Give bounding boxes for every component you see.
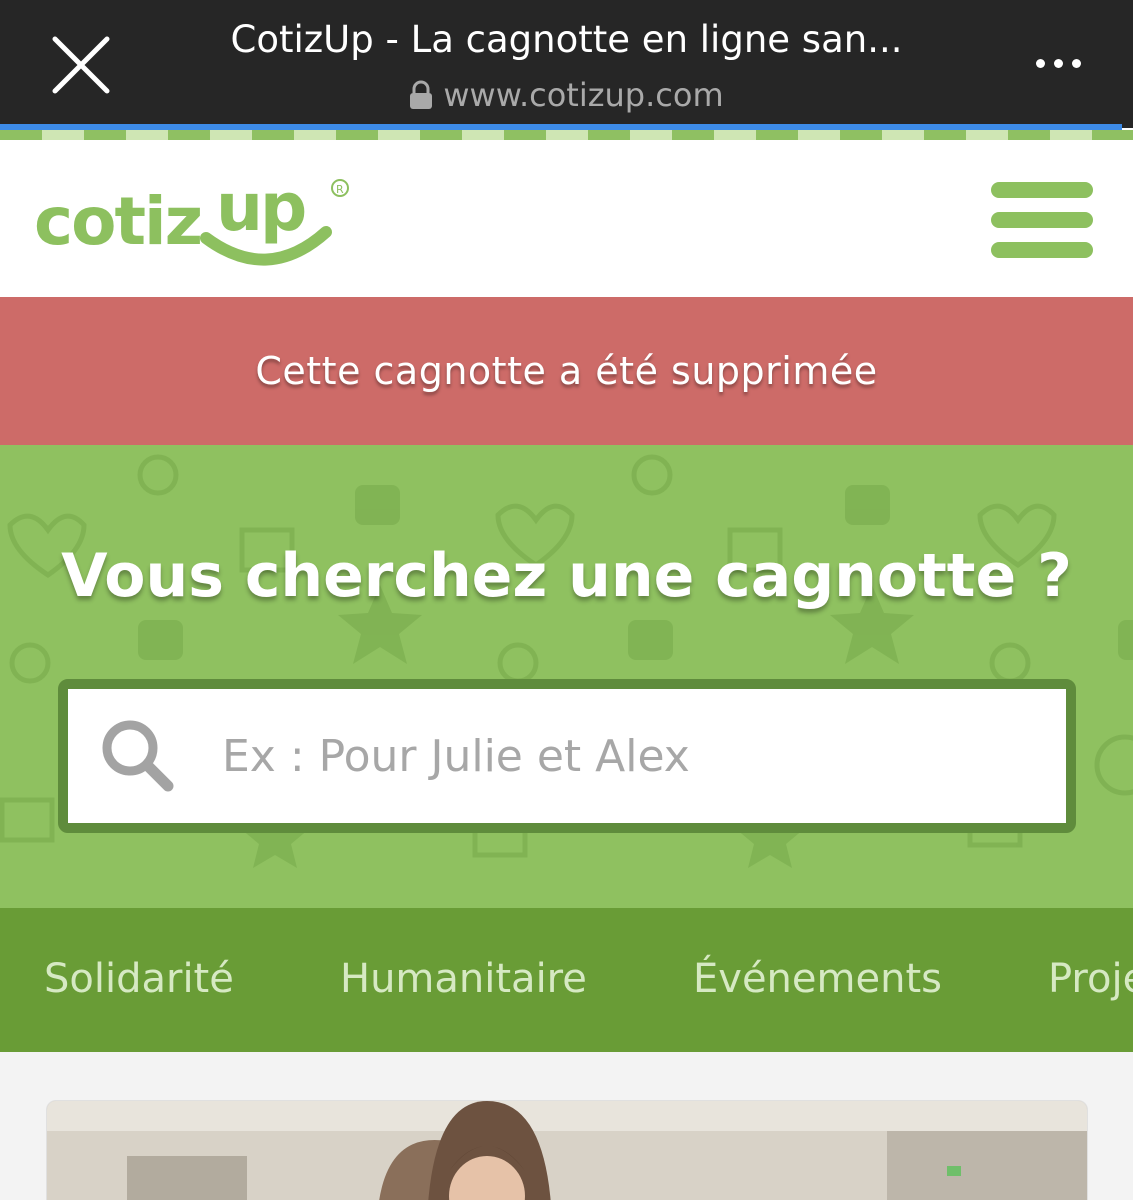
search-input[interactable] [222,730,1002,782]
svg-text:up: up [216,169,305,246]
campaign-photo [47,1101,1087,1200]
close-icon [52,36,110,94]
category-tab-humanitaire[interactable]: Humanitaire [340,956,587,1002]
category-nav: Solidarité Humanitaire Événements Projet… [0,908,1133,1052]
browser-url-row[interactable]: www.cotizup.com [160,76,973,114]
cotizup-logo[interactable]: cotiz up R [30,162,370,272]
content-area [0,1052,1133,1200]
decorative-stripe [0,130,1133,140]
browser-url: www.cotizup.com [443,76,724,114]
browser-page-title: CotizUp - La cagnotte en ligne san... [230,18,903,61]
search-box [58,679,1076,833]
close-button[interactable] [46,30,116,100]
hamburger-icon [991,182,1093,198]
category-tab-evenements[interactable]: Événements [693,956,942,1002]
more-icon [1035,58,1045,68]
search-heading: Vous cherchez une cagnotte ? [61,541,1072,611]
search-hero: Vous cherchez une cagnotte ? [0,445,1133,908]
more-options-button[interactable] [1023,40,1093,86]
alert-message: Cette cagnotte a été supprimée [255,349,878,393]
browser-top-bar: CotizUp - La cagnotte en ligne san... ww… [0,0,1133,128]
category-tab-solidarite[interactable]: Solidarité [44,956,234,1002]
lock-icon [410,80,433,109]
category-tab-projets[interactable]: Projets [1048,956,1133,1002]
deleted-alert-banner: Cette cagnotte a été supprimée [0,297,1133,445]
site-header: cotiz up R [0,140,1133,297]
menu-button[interactable] [991,182,1093,258]
svg-text:R: R [336,183,344,196]
search-icon[interactable] [98,716,178,796]
hero-background-pattern [0,454,1133,868]
svg-text:cotiz: cotiz [34,183,201,260]
campaign-card[interactable] [46,1100,1088,1200]
